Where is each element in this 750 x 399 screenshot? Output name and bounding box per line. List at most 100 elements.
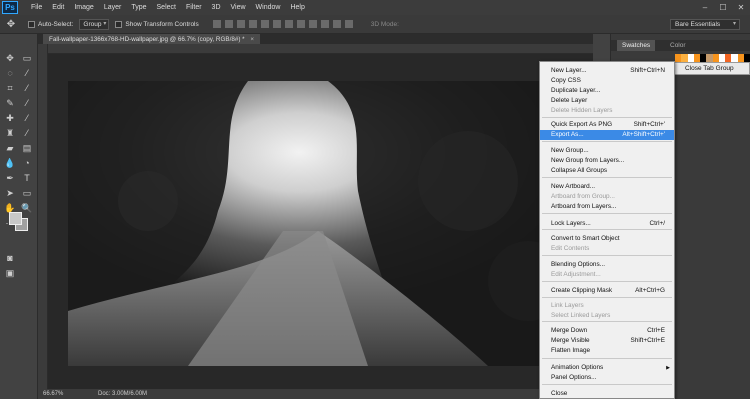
context-menu-item[interactable]: New Group from Layers...: [540, 156, 674, 166]
canvas-area[interactable]: [48, 54, 593, 389]
distribute-3-icon[interactable]: [308, 20, 317, 28]
lasso-tool-icon[interactable]: ◌: [3, 67, 17, 80]
context-menu-item-label: Link Layers: [551, 302, 584, 309]
context-menu-item[interactable]: Panel Options...: [540, 373, 674, 383]
screen-mode-icon[interactable]: ▣: [3, 267, 17, 280]
brush-tool-icon[interactable]: ⁄: [20, 112, 34, 125]
eyedropper-tool-icon[interactable]: ✎: [3, 97, 17, 110]
stamp-tool-icon[interactable]: ♜: [3, 127, 17, 140]
ruler-tool-icon[interactable]: ⁄: [20, 97, 34, 110]
menu-separator: [542, 384, 672, 385]
maximize-icon[interactable]: ☐: [714, 0, 732, 15]
align-left-icon[interactable]: [248, 20, 257, 28]
crop-tool-icon[interactable]: ⌗: [3, 82, 17, 95]
document-image[interactable]: [68, 81, 593, 366]
close-tab-icon[interactable]: ×: [250, 36, 254, 43]
context-menu-item[interactable]: Flatten Image: [540, 346, 674, 356]
distribute-2-icon[interactable]: [296, 20, 305, 28]
foreground-color-swatch[interactable]: [9, 212, 22, 225]
tab-swatches[interactable]: Swatches: [617, 40, 656, 51]
context-menu-item[interactable]: Delete Layer: [540, 96, 674, 106]
align-right-icon[interactable]: [272, 20, 281, 28]
context-menu-item[interactable]: Lock Layers... Ctrl+/: [540, 219, 674, 229]
context-menu-item[interactable]: Close: [540, 389, 674, 399]
brush-small-icon[interactable]: ⁄: [20, 67, 34, 80]
context-menu-item-shortcut: Ctrl+/: [649, 220, 665, 227]
history-brush-icon[interactable]: ⁄: [20, 127, 34, 140]
auto-select-dropdown[interactable]: Group: [79, 18, 110, 30]
type-tool-icon[interactable]: T: [20, 172, 34, 185]
context-menu-item[interactable]: New Layer... Shift+Ctrl+N: [540, 66, 674, 76]
context-menu-item[interactable]: Edit Adjustment...: [540, 270, 674, 280]
slice-tool-icon[interactable]: ⁄: [20, 82, 34, 95]
context-menu-item[interactable]: Link Layers: [540, 301, 674, 311]
minimize-icon[interactable]: –: [696, 0, 714, 15]
menu-image[interactable]: Image: [69, 0, 98, 15]
context-menu-item[interactable]: Edit Contents: [540, 244, 674, 254]
context-menu-item[interactable]: Convert to Smart Object: [540, 234, 674, 244]
context-menu-item[interactable]: Animation Options ▶: [540, 363, 674, 373]
artboard-tool-icon[interactable]: ▭: [20, 52, 34, 65]
context-menu-item[interactable]: Artboard from Group...: [540, 192, 674, 202]
distribute-4-icon[interactable]: [320, 20, 329, 28]
forest-path-photo: [68, 81, 593, 366]
tab-color[interactable]: Color: [665, 40, 691, 51]
context-menu-item[interactable]: Create Clipping Mask Alt+Ctrl+G: [540, 286, 674, 296]
context-menu-item[interactable]: Merge Down Ctrl+E: [540, 326, 674, 336]
context-menu-item[interactable]: Delete Hidden Layers: [540, 106, 674, 116]
document-size[interactable]: Doc: 3.00M/6.00M: [98, 389, 147, 399]
menu-select[interactable]: Select: [152, 0, 181, 15]
context-menu-item[interactable]: Artboard from Layers...: [540, 202, 674, 212]
move-tool-icon[interactable]: ✥: [3, 52, 17, 65]
close-window-icon[interactable]: ✕: [732, 0, 750, 15]
auto-select-checkbox[interactable]: [28, 20, 35, 28]
align-top-icon[interactable]: [212, 20, 221, 28]
menu-file[interactable]: File: [26, 0, 47, 15]
context-menu-item[interactable]: Merge Visible Shift+Ctrl+E: [540, 336, 674, 346]
menu-layer[interactable]: Layer: [99, 0, 127, 15]
align-hcenter-icon[interactable]: [260, 20, 269, 28]
menu-help[interactable]: Help: [285, 0, 309, 15]
quick-mask-icon[interactable]: ◙: [3, 252, 17, 265]
context-menu-item[interactable]: Copy CSS: [540, 76, 674, 86]
context-menu-item[interactable]: Blending Options...: [540, 260, 674, 270]
menu-window[interactable]: Window: [251, 0, 286, 15]
workspace-switcher[interactable]: Bare Essentials: [670, 19, 740, 30]
eraser-tool-icon[interactable]: ▰: [3, 142, 17, 155]
close-tab-group-menu[interactable]: Close Tab Group: [672, 62, 750, 75]
pen-tool-icon[interactable]: ✒: [3, 172, 17, 185]
menu-edit[interactable]: Edit: [47, 0, 69, 15]
menu-filter[interactable]: Filter: [181, 0, 207, 15]
swatch-color[interactable]: [743, 54, 750, 62]
menu-view[interactable]: View: [226, 0, 251, 15]
distribute-5-icon[interactable]: [332, 20, 341, 28]
gradient-tool-icon[interactable]: ▤: [20, 142, 34, 155]
menu-separator: [542, 297, 672, 298]
context-menu-item[interactable]: New Artboard...: [540, 182, 674, 192]
menu-type[interactable]: Type: [126, 0, 151, 15]
context-menu-item[interactable]: Quick Export As PNG Shift+Ctrl+': [540, 120, 674, 130]
context-menu-item[interactable]: Duplicate Layer...: [540, 86, 674, 96]
transform-controls-checkbox[interactable]: [115, 20, 123, 28]
path-select-tool-icon[interactable]: ➤: [3, 187, 17, 200]
shape-tool-icon[interactable]: ▭: [20, 187, 34, 200]
vertical-ruler: [38, 44, 48, 389]
align-bottom-icon[interactable]: [236, 20, 245, 28]
zoom-tool-icon[interactable]: 🔍: [20, 202, 34, 215]
blur-tool-icon[interactable]: 💧: [3, 157, 17, 170]
distribute-icon[interactable]: [284, 20, 293, 28]
dodge-tool-icon[interactable]: ◔: [20, 157, 34, 170]
context-menu-item[interactable]: Export As... Alt+Shift+Ctrl+': [540, 130, 674, 140]
context-menu-item[interactable]: Select Linked Layers: [540, 311, 674, 321]
context-menu-item[interactable]: New Group...: [540, 146, 674, 156]
submenu-arrow-icon: ▶: [666, 365, 670, 371]
zoom-level[interactable]: 66.67%: [43, 389, 63, 399]
menu-3d[interactable]: 3D: [207, 0, 226, 15]
distribute-6-icon[interactable]: [344, 20, 353, 28]
move-tool-icon[interactable]: ✥: [0, 19, 22, 30]
context-menu-item[interactable]: Collapse All Groups: [540, 166, 674, 176]
layers-context-menu: New Layer... Shift+Ctrl+N Copy CSS Duplicat…: [539, 61, 675, 399]
photoshop-logo: Ps: [2, 1, 18, 14]
healing-tool-icon[interactable]: ✚: [3, 112, 17, 125]
align-vcenter-icon[interactable]: [224, 20, 233, 28]
